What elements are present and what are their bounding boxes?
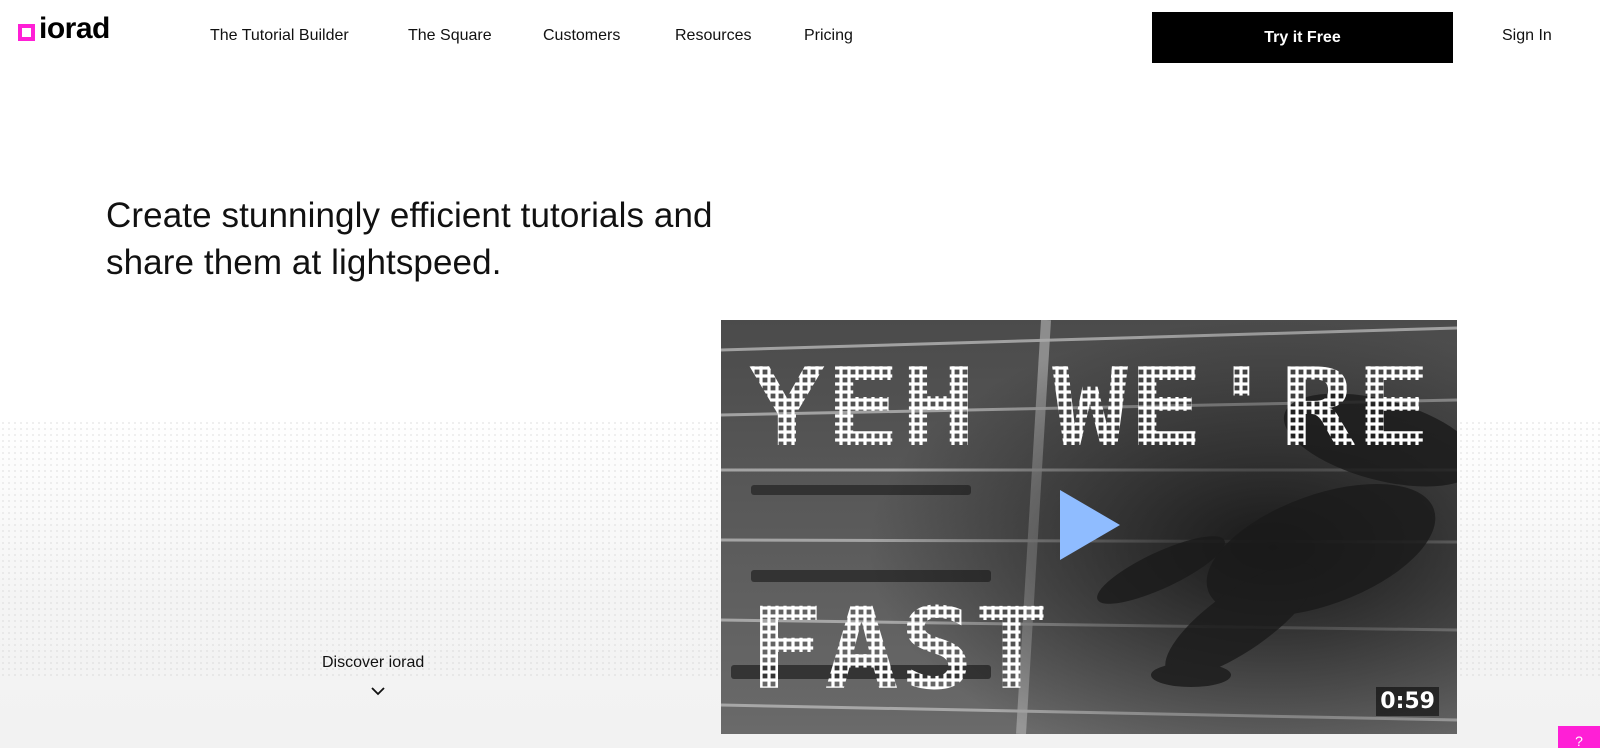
hero-title-line-2: share them at lightspeed. xyxy=(106,243,502,282)
logo[interactable]: iorad xyxy=(18,14,110,44)
video-overlay-line-2: FAST xyxy=(749,585,1049,715)
nav-item-the-square[interactable]: The Square xyxy=(408,27,492,45)
nav-item-pricing[interactable]: Pricing xyxy=(804,27,853,45)
try-it-free-button[interactable]: Try it Free xyxy=(1152,12,1453,63)
nav-item-resources[interactable]: Resources xyxy=(675,27,751,45)
nav-item-tutorial-builder[interactable]: The Tutorial Builder xyxy=(210,27,349,45)
video-duration: 0:59 xyxy=(1376,687,1439,716)
hero-title: Create stunningly efficient tutorials an… xyxy=(106,192,806,286)
chevron-down-icon[interactable] xyxy=(370,686,386,696)
logo-square-icon xyxy=(18,23,35,41)
nav-item-customers[interactable]: Customers xyxy=(543,27,620,45)
hero-title-line-1: Create stunningly efficient tutorials an… xyxy=(106,196,713,235)
sign-in-link[interactable]: Sign In xyxy=(1502,27,1552,45)
video-overlay-line-1: YEH WE'RE xyxy=(749,346,1431,471)
help-tab[interactable]: ? xyxy=(1558,726,1600,748)
discover-iorad-link[interactable]: Discover iorad xyxy=(322,654,424,672)
logo-text: iorad xyxy=(39,12,110,45)
site-header: iorad The Tutorial Builder The Square Cu… xyxy=(0,0,1600,74)
promo-video[interactable]: YEH WE'RE FAST 0:59 xyxy=(721,320,1457,734)
video-thumbnail: YEH WE'RE FAST xyxy=(721,320,1457,734)
